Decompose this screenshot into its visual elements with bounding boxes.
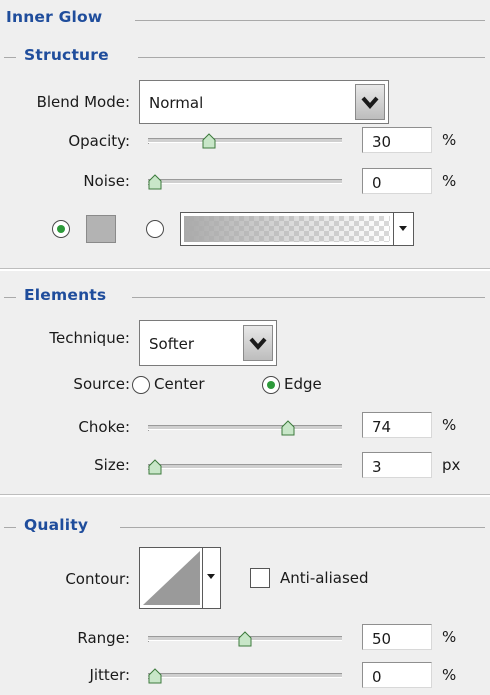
source-label: Source: [73,375,130,393]
choke-slider-track[interactable] [148,425,342,430]
glow-color-swatch[interactable] [86,215,116,243]
choke-label: Choke: [78,418,130,436]
contour-picker[interactable] [139,547,221,609]
gradient-preview [184,216,390,242]
range-input[interactable]: 50 [362,624,432,650]
technique-select[interactable]: Softer [139,320,277,366]
range-slider-thumb[interactable] [238,631,252,647]
source-center-label[interactable]: Center [154,375,205,393]
jitter-input[interactable]: 0 [362,662,432,688]
quality-rule-right [120,527,485,528]
section-divider [0,268,490,271]
caret-down-icon [399,226,407,231]
noise-input[interactable]: 0 [362,168,432,194]
choke-slider-thumb[interactable] [281,420,295,436]
contour-dropdown-button[interactable] [202,548,220,608]
range-label: Range: [77,629,130,647]
noise-unit: % [442,172,457,190]
source-center-radio[interactable] [132,376,150,394]
blend-mode-dropdown-button[interactable] [355,84,385,120]
jitter-slider-thumb[interactable] [148,668,162,684]
structure-heading: Structure [24,46,109,64]
structure-rule-left [4,57,16,58]
source-edge-radio[interactable] [262,376,280,394]
size-input[interactable]: 3 [362,452,432,478]
structure-rule-right [138,57,485,58]
section-divider [0,494,490,497]
blend-mode-select[interactable]: Normal [139,80,389,124]
source-edge-label[interactable]: Edge [284,375,322,393]
elements-heading: Elements [24,286,107,304]
gradient-fill-radio[interactable] [146,220,164,238]
contour-label: Contour: [65,570,130,588]
quality-rule-left [4,527,16,528]
title-rule [135,20,485,21]
choke-input[interactable]: 74 [362,412,432,438]
chevron-down-icon [249,337,267,351]
elements-rule-left [4,297,16,298]
blend-mode-value: Normal [149,94,204,112]
jitter-unit: % [442,666,457,684]
jitter-slider-track[interactable] [148,673,342,678]
size-label: Size: [94,456,130,474]
choke-unit: % [442,416,457,434]
technique-value: Softer [149,335,194,353]
quality-heading: Quality [24,516,89,534]
noise-slider-track[interactable] [148,179,342,184]
color-fill-radio[interactable] [52,220,70,238]
noise-slider-thumb[interactable] [148,174,162,190]
size-unit: px [442,456,461,474]
technique-dropdown-button[interactable] [243,325,273,361]
chevron-down-icon [361,96,379,110]
panel-title: Inner Glow [6,8,103,26]
opacity-unit: % [442,131,457,149]
anti-aliased-checkbox[interactable] [250,568,270,588]
blend-mode-label: Blend Mode: [36,93,130,111]
opacity-slider-thumb[interactable] [202,133,216,149]
noise-label: Noise: [83,172,130,190]
opacity-label: Opacity: [68,132,130,150]
elements-rule-right [132,297,485,298]
size-slider-thumb[interactable] [148,459,162,475]
size-slider-track[interactable] [148,464,342,469]
anti-aliased-label[interactable]: Anti-aliased [280,569,369,587]
technique-label: Technique: [49,329,130,347]
opacity-input[interactable]: 30 [362,127,432,153]
opacity-slider-track[interactable] [148,138,342,143]
gradient-dropdown-button[interactable] [393,213,413,245]
caret-down-icon [207,574,215,579]
contour-preview-icon [143,551,200,605]
gradient-picker[interactable] [180,212,414,246]
inner-glow-panel: Inner Glow Structure Blend Mode: Normal … [0,0,490,695]
range-unit: % [442,628,457,646]
jitter-label: Jitter: [89,666,130,684]
